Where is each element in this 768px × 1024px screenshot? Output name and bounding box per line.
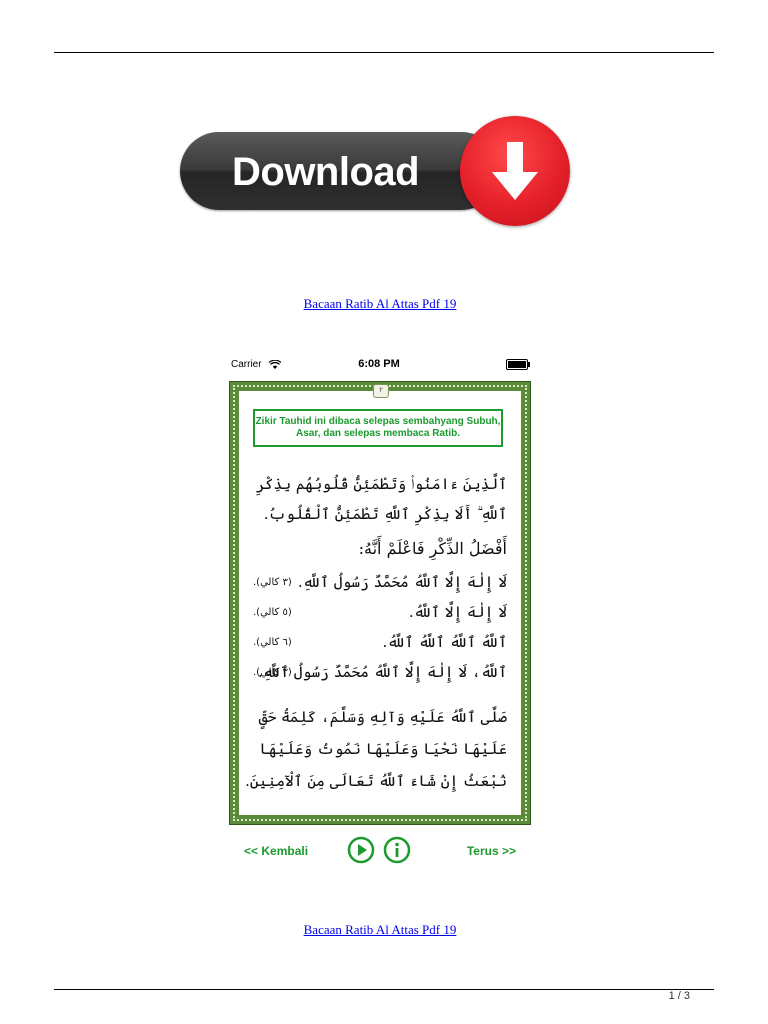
download-button-label: Download: [232, 150, 420, 194]
dhikr-heading: أَفْضَلُ الذِّكْرِ فَاعْلَمْ أَنَّهُ:: [358, 539, 507, 558]
repeat-count: (٦ كالي).: [253, 637, 292, 648]
battery-icon: [506, 359, 530, 370]
download-button[interactable]: Download: [180, 116, 570, 226]
page-number: 1 / 3: [668, 990, 690, 1002]
bottom-rule: [54, 989, 714, 990]
status-time: 6:08 PM: [358, 358, 400, 370]
repeat-count: (٥ كالي).: [253, 607, 292, 618]
page-badge: ٢: [373, 384, 389, 398]
dhikr-line: ٱللَّهُ ٱللَّهُ ٱللَّهُ ٱللَّهُ.: [382, 633, 507, 651]
top-rule: [54, 52, 714, 53]
dhikr-line: لَا إِلٰهَ إِلَّا ٱللَّهُ مُحَمَّدٌ رَسُ…: [297, 573, 507, 591]
bottom-navigation: << Kembali Terus >>: [226, 834, 532, 864]
instruction-note: Zikir Tauhid ini dibaca selepas sembahya…: [253, 409, 503, 447]
download-arrow-badge: [460, 116, 570, 226]
app-screenshot: Carrier 6:08 PM ٢ Zikir Tauhid ini dibac…: [226, 352, 532, 870]
battery-level: [508, 361, 526, 368]
dhikr-line: لَا إِلٰهَ إِلَّا ٱللَّهُ.: [408, 603, 507, 621]
status-bar: Carrier 6:08 PM: [226, 352, 532, 378]
next-button[interactable]: Terus >>: [467, 844, 516, 858]
download-arrow-icon: [492, 142, 538, 200]
back-button[interactable]: << Kembali: [244, 844, 308, 858]
closing-prayer: صَلَّى ٱللَّهُ عَلَيْهِ وَآلِهِ وَسَلَّم…: [245, 708, 507, 790]
play-icon[interactable]: [347, 836, 375, 864]
document-link-bottom[interactable]: Bacaan Ratib Al Attas Pdf 19: [0, 922, 760, 938]
content-frame: ٢ Zikir Tauhid ini dibaca selepas sembah…: [229, 381, 531, 825]
info-icon[interactable]: [383, 836, 411, 864]
dhikr-line: ٱللَّهُ، لَا إِلٰهَ إِلَّا ٱللَّهُ مُحَم…: [257, 663, 507, 681]
quran-verse: ٱلَّذِينَ ءَامَنُوا۟ وَتَطْمَئِنُّ قُلُو…: [255, 475, 507, 523]
repeat-count: (٣ كالي).: [253, 577, 292, 588]
repeat-count: (٣ كالي).: [253, 667, 292, 678]
document-link-top[interactable]: Bacaan Ratib Al Attas Pdf 19: [0, 296, 760, 312]
